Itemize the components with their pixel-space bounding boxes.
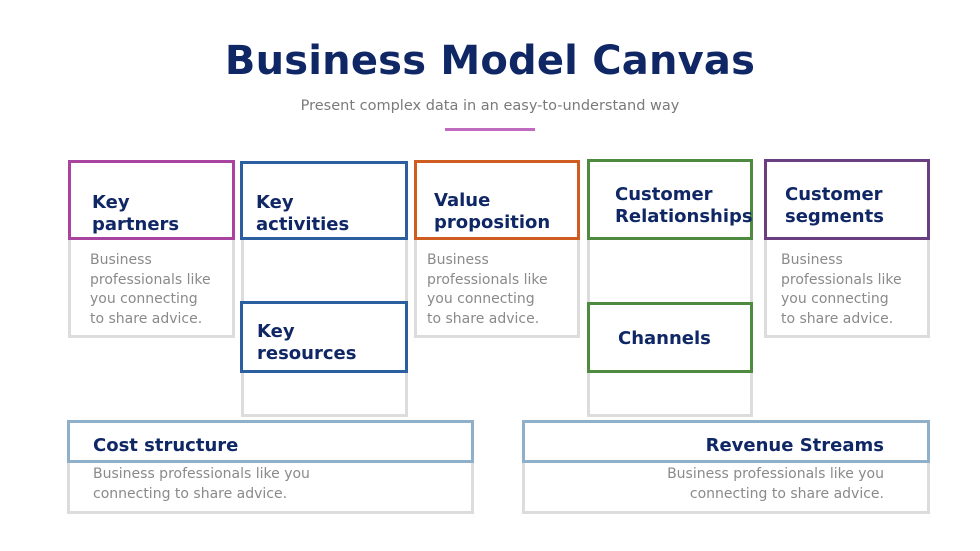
- page-title: Business Model Canvas: [224, 38, 756, 84]
- title-underline: [445, 128, 535, 131]
- customer-relationships-title: Customer Relationships: [615, 184, 753, 227]
- channels-title: Channels: [618, 328, 711, 349]
- customer-segments-title: Customer segments: [785, 184, 884, 227]
- value-proposition-description: Business professionals like you connecti…: [427, 252, 548, 327]
- page-subtitle: Present complex data in an easy-to-under…: [300, 98, 680, 114]
- customer-segments-description: Business professionals like you connecti…: [781, 252, 902, 327]
- key-resources-title: Key resources: [257, 321, 357, 364]
- value-proposition-title: Value proposition: [434, 190, 551, 233]
- cost-structure-description: Business professionals like you connecti…: [93, 466, 310, 502]
- cost-structure-title: Cost structure: [93, 435, 239, 456]
- key-partners-description: Business professionals like you connecti…: [90, 252, 211, 327]
- revenue-streams-description: Business professionals like you connecti…: [667, 466, 884, 502]
- key-activities-title: Key activities: [256, 192, 350, 235]
- key-partners-title: Key partners: [92, 192, 180, 235]
- revenue-streams-title: Revenue Streams: [705, 435, 884, 456]
